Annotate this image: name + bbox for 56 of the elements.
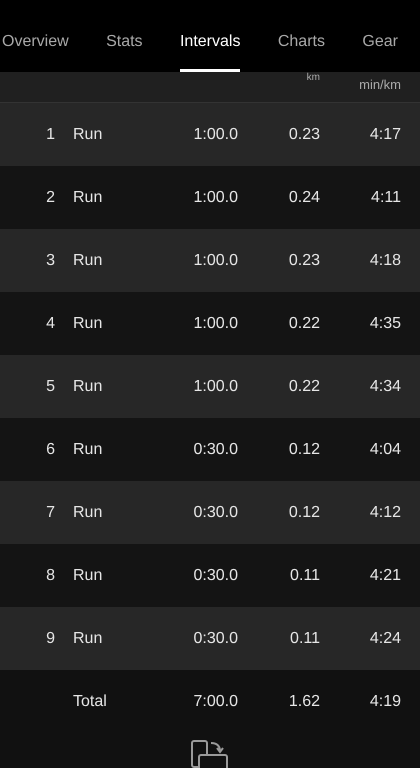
rotate-device-icon[interactable] xyxy=(190,739,230,768)
interval-number: 6 xyxy=(45,440,55,458)
interval-pace: 4:11 xyxy=(370,188,401,206)
interval-type: Run xyxy=(73,378,104,396)
interval-time: 0:30.0 xyxy=(192,440,238,458)
interval-distance: 0.23 xyxy=(288,252,320,270)
interval-time: 1:00.0 xyxy=(192,252,238,270)
interval-type: Run xyxy=(73,314,104,332)
interval-time: 0:30.0 xyxy=(192,630,238,648)
interval-distance: 0.23 xyxy=(288,126,320,144)
interval-distance: 0.12 xyxy=(288,504,320,522)
interval-pace: 4:18 xyxy=(368,252,401,270)
interval-type: Run xyxy=(73,440,104,458)
interval-pace: 4:34 xyxy=(368,378,401,396)
interval-distance: 0.11 xyxy=(289,630,320,648)
interval-pace: 4:04 xyxy=(368,440,401,458)
pace-unit: min/km xyxy=(358,77,401,92)
total-distance: 1.62 xyxy=(288,692,320,710)
interval-time: 1:00.0 xyxy=(192,378,238,396)
interval-distance: 0.11 xyxy=(289,566,320,584)
tab[interactable]: Stats xyxy=(106,32,143,72)
interval-number: 3 xyxy=(45,252,55,270)
interval-number: 8 xyxy=(45,566,55,584)
interval-distance: 0.22 xyxy=(288,314,320,332)
interval-type: Run xyxy=(73,126,104,144)
tab[interactable]: Gear xyxy=(362,32,398,72)
interval-pace: 4:12 xyxy=(368,504,401,522)
interval-distance: 0.12 xyxy=(288,440,320,458)
interval-number: 5 xyxy=(45,378,55,396)
interval-type: Run xyxy=(73,504,104,522)
interval-type: Run xyxy=(73,252,104,270)
distance-unit: km xyxy=(306,72,320,83)
interval-pace: 4:24 xyxy=(368,630,401,648)
interval-time: 1:00.0 xyxy=(192,126,238,144)
interval-number: 9 xyxy=(45,630,55,648)
total-label: Total xyxy=(73,692,108,710)
total-time: 7:00.0 xyxy=(192,692,238,710)
interval-number: 2 xyxy=(45,188,55,206)
interval-pace: 4:21 xyxy=(368,566,401,584)
interval-time: 0:30.0 xyxy=(192,504,238,522)
interval-pace: 4:17 xyxy=(368,126,401,144)
tab[interactable]: Overview xyxy=(2,32,69,72)
interval-type: Run xyxy=(73,188,104,206)
interval-number: 7 xyxy=(45,504,55,522)
interval-pace: 4:35 xyxy=(368,314,401,332)
interval-number: 4 xyxy=(45,314,55,332)
interval-time: 1:00.0 xyxy=(192,314,238,332)
interval-distance: 0.22 xyxy=(288,378,320,396)
interval-type: Run xyxy=(73,566,104,584)
interval-type: Run xyxy=(73,630,104,648)
interval-time: 0:30.0 xyxy=(192,566,238,584)
interval-time: 1:00.0 xyxy=(192,188,238,206)
total-pace: 4:19 xyxy=(368,692,401,710)
interval-distance: 0.24 xyxy=(288,188,320,206)
interval-number: 1 xyxy=(45,126,55,144)
tab[interactable]: Charts xyxy=(278,32,325,72)
